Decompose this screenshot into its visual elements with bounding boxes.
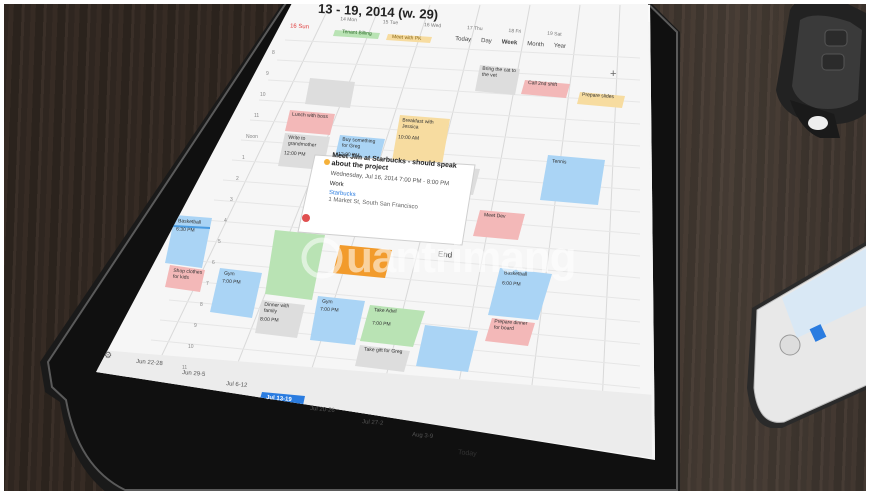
week-tab[interactable]: Jun 29-5 <box>182 370 206 378</box>
week-tab[interactable]: Aug 3-9 <box>412 432 433 440</box>
week-tab[interactable]: Jun 22-28 <box>136 359 163 367</box>
settings-button[interactable]: ⚙ <box>104 350 112 361</box>
week-tab[interactable]: Jul 20-26 <box>310 406 335 414</box>
gear-icon: ⚙ <box>104 350 113 360</box>
iphone <box>747 239 870 428</box>
photo-scene: 13 - 19, 2014 (w. 29) 16 Sun Today Day W… <box>0 0 870 495</box>
week-tab-active[interactable]: Jul 13-19 <box>266 395 292 403</box>
watermark-text: uantrimang <box>346 233 576 282</box>
today-button[interactable]: Today <box>458 449 477 458</box>
week-tab[interactable]: Jul 27-2 <box>362 419 384 427</box>
week-tab[interactable]: Jul 6-12 <box>226 381 248 389</box>
car-key <box>776 0 870 138</box>
watermark: uantrimang <box>301 233 577 282</box>
